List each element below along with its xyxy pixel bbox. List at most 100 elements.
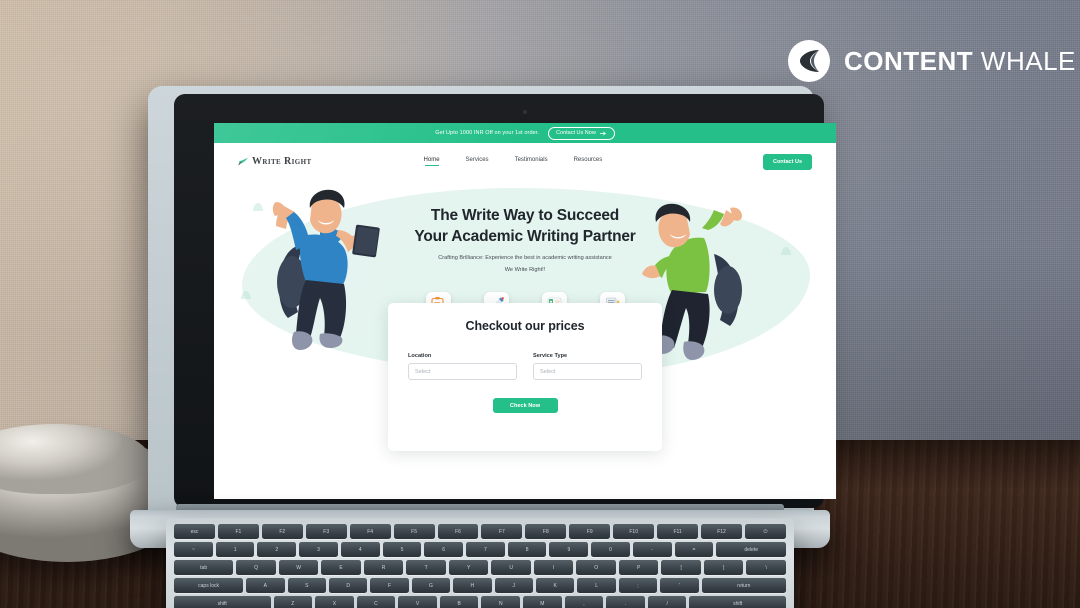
nav-link-testimonials[interactable]: Testimonials: [515, 157, 548, 166]
delete-key[interactable]: delete: [716, 542, 787, 557]
key[interactable]: 3: [299, 542, 338, 557]
key[interactable]: P: [618, 560, 659, 575]
power-key[interactable]: ⏻: [744, 524, 786, 539]
key[interactable]: F4: [349, 524, 391, 539]
key[interactable]: Q: [236, 560, 276, 575]
key[interactable]: 7: [466, 542, 505, 557]
key[interactable]: [: [661, 560, 701, 575]
key[interactable]: U: [491, 560, 531, 575]
key[interactable]: V: [398, 596, 437, 608]
hero-tagline: We Write Right!!: [504, 267, 546, 274]
key[interactable]: 2: [257, 542, 297, 557]
hero-copy: The Write Way to Succeed Your Academic W…: [214, 206, 836, 273]
nav-link-home[interactable]: Home: [424, 157, 440, 166]
hero-heading-line1: The Write Way to Succeed: [430, 207, 620, 224]
key[interactable]: E: [321, 560, 361, 575]
key[interactable]: B: [439, 596, 479, 608]
key[interactable]: N: [481, 596, 521, 608]
service-type-label: Service Type: [533, 353, 568, 359]
key[interactable]: O: [576, 560, 616, 575]
key[interactable]: -: [632, 542, 672, 557]
laptop-screen: Get Upto 1000 INR Off on your 1st order.…: [214, 123, 836, 499]
hero-subtitle: Crafting Brilliance: Experience the best…: [438, 255, 612, 262]
promo-bar: Get Upto 1000 INR Off on your 1st order.…: [214, 123, 836, 143]
keyboard-row-qwerty: tab Q W E R T Y U I O P [ ] \: [174, 560, 786, 575]
caps-lock-key[interactable]: caps lock: [174, 578, 244, 593]
key[interactable]: I: [533, 560, 574, 575]
wordmark-spacer: [973, 46, 981, 76]
key[interactable]: 1: [215, 542, 255, 557]
key[interactable]: Z: [273, 596, 313, 608]
key[interactable]: F: [370, 578, 409, 593]
key[interactable]: F9: [569, 524, 611, 539]
key[interactable]: ,: [564, 596, 604, 608]
location-label: Location: [408, 353, 432, 359]
key[interactable]: F3: [305, 524, 347, 539]
arrow-right-icon: [599, 131, 606, 135]
key[interactable]: F11: [657, 524, 699, 539]
screen-bezel: Get Upto 1000 INR Off on your 1st order.…: [174, 94, 836, 508]
site-navbar: Write Right Home Services Testimonials R…: [214, 143, 836, 180]
key[interactable]: 0: [591, 542, 630, 557]
key[interactable]: ~: [174, 542, 213, 557]
key[interactable]: C: [356, 596, 396, 608]
brand-logo[interactable]: Write Right: [238, 156, 312, 167]
nav-contact-us-button[interactable]: Contact Us: [762, 153, 812, 170]
return-key[interactable]: return: [701, 578, 787, 593]
key[interactable]: M: [523, 596, 562, 608]
key[interactable]: L: [577, 578, 616, 593]
key[interactable]: W: [278, 560, 319, 575]
service-type-select[interactable]: Select: [533, 363, 642, 380]
keyboard[interactable]: esc F1 F2 F3 F4 F5 F6 F7 F8 F9 F10 F11 F…: [166, 518, 794, 608]
key[interactable]: 5: [382, 542, 422, 557]
webcam-icon: [523, 110, 527, 114]
key[interactable]: F10: [613, 524, 655, 539]
key[interactable]: 4: [340, 542, 380, 557]
key[interactable]: ]: [703, 560, 744, 575]
left-shift-key[interactable]: shift: [174, 596, 271, 608]
key[interactable]: F8: [525, 524, 567, 539]
key[interactable]: F12: [701, 524, 742, 539]
price-card-title: Checkout our prices: [465, 319, 585, 333]
website-viewport: Get Upto 1000 INR Off on your 1st order.…: [214, 123, 836, 499]
nav-link-services[interactable]: Services: [466, 157, 489, 166]
key[interactable]: H: [453, 578, 492, 593]
promo-button-label: Contact Us Now: [556, 130, 596, 136]
key[interactable]: \: [746, 560, 786, 575]
key[interactable]: X: [315, 596, 354, 608]
right-shift-key[interactable]: shift: [689, 596, 786, 608]
key[interactable]: T: [406, 560, 446, 575]
nav-link-resources[interactable]: Resources: [574, 157, 603, 166]
content-whale-wordmark: CONTENT WHALE: [844, 46, 1076, 77]
key[interactable]: esc: [174, 524, 215, 539]
key[interactable]: F1: [217, 524, 259, 539]
key[interactable]: S: [287, 578, 326, 593]
check-now-button[interactable]: Check Now: [492, 398, 558, 413]
key[interactable]: =: [674, 542, 714, 557]
key[interactable]: ;: [618, 578, 658, 593]
keyboard-row-function: esc F1 F2 F3 F4 F5 F6 F7 F8 F9 F10 F11 F…: [174, 524, 786, 539]
key[interactable]: 6: [424, 542, 464, 557]
promo-contact-button[interactable]: Contact Us Now: [548, 126, 615, 140]
key[interactable]: D: [328, 578, 368, 593]
key[interactable]: /: [647, 596, 687, 608]
key[interactable]: R: [363, 560, 404, 575]
key[interactable]: F5: [393, 524, 435, 539]
key[interactable]: Y: [448, 560, 489, 575]
key[interactable]: F6: [437, 524, 479, 539]
green-quill-leaf-icon: [238, 157, 248, 166]
key[interactable]: 9: [549, 542, 589, 557]
key[interactable]: 8: [507, 542, 547, 557]
key[interactable]: G: [411, 578, 451, 593]
tab-key[interactable]: tab: [174, 560, 234, 575]
location-select[interactable]: Select: [408, 363, 517, 380]
key[interactable]: ': [660, 578, 699, 593]
nav-links: Home Services Testimonials Resources: [424, 157, 603, 166]
key[interactable]: .: [606, 596, 645, 608]
key[interactable]: F2: [261, 524, 303, 539]
key[interactable]: K: [535, 578, 575, 593]
key[interactable]: J: [494, 578, 533, 593]
key[interactable]: F7: [481, 524, 523, 539]
key[interactable]: A: [246, 578, 285, 593]
hero-heading-line2: Your Academic Writing Partner: [414, 227, 636, 245]
